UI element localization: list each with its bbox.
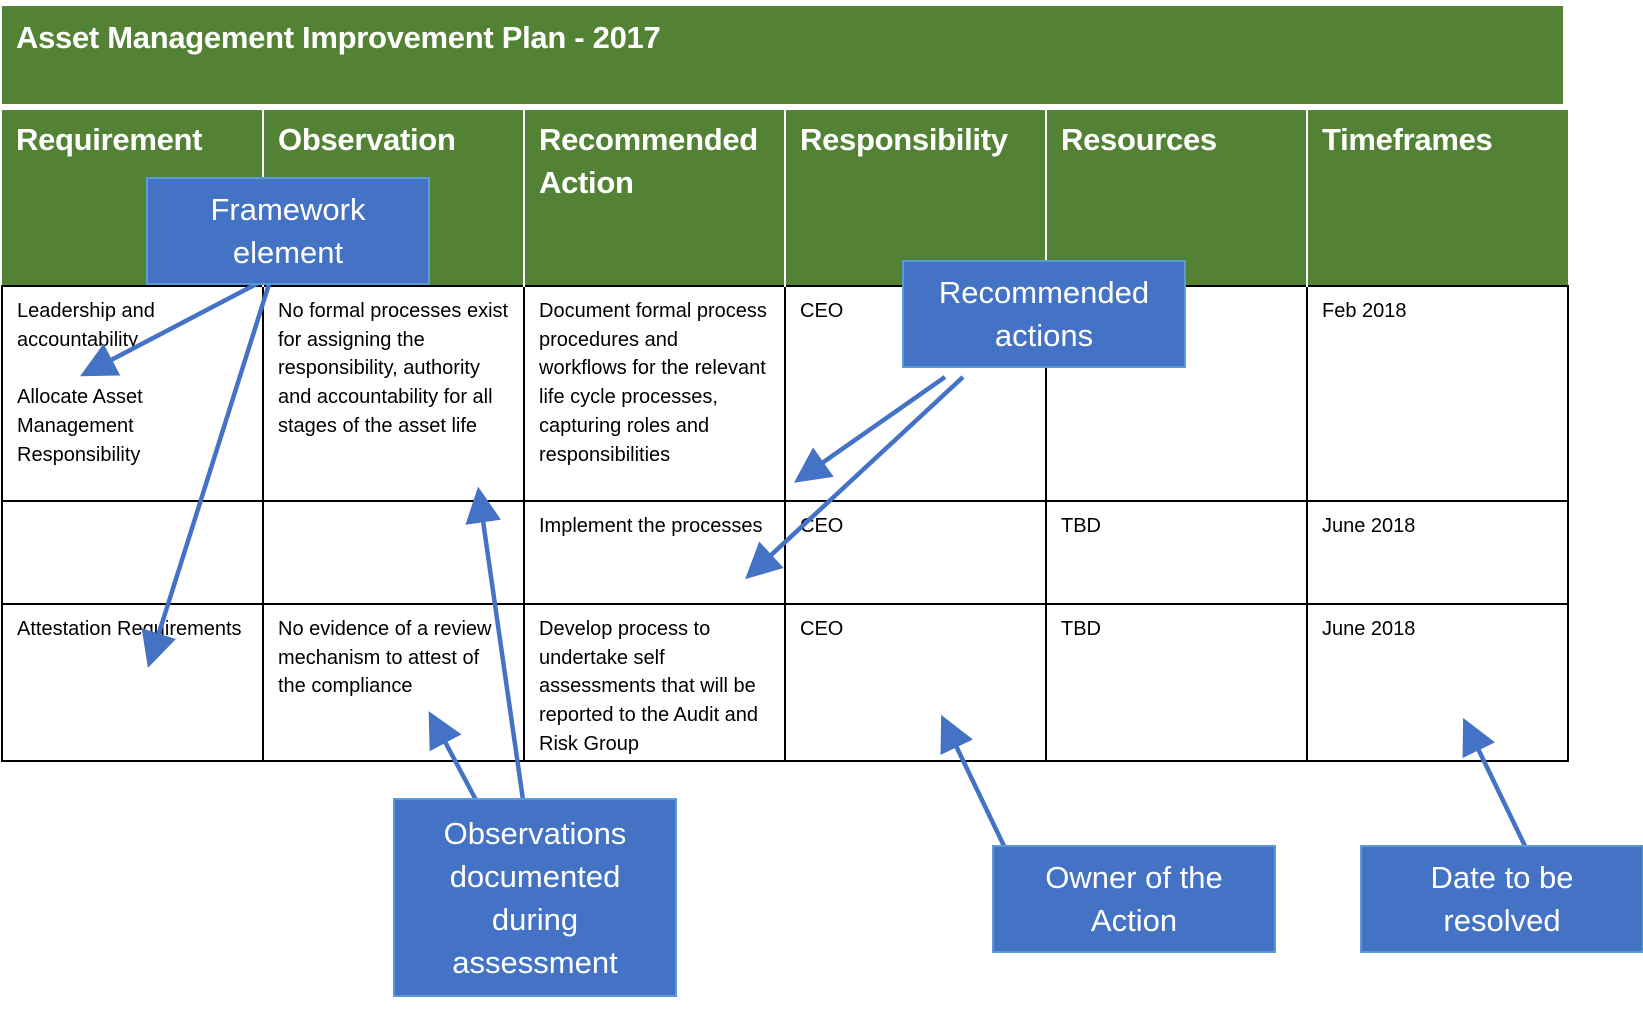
cell-requirement: Attestation Requirements xyxy=(1,603,264,762)
table-row: Leadership and accountability Allocate A… xyxy=(1,285,1569,502)
cell-requirement: Leadership and accountability Allocate A… xyxy=(1,285,264,502)
cell-action: Develop process to undertake self assess… xyxy=(523,603,786,762)
cell-action: Document formal process procedures and w… xyxy=(523,285,786,502)
cell-responsibility: CEO xyxy=(784,603,1047,762)
header-timeframes: Timeframes xyxy=(1306,110,1568,286)
header-recommended-action: Recommended Action xyxy=(523,110,785,286)
page-title: Asset Management Improvement Plan - 2017 xyxy=(16,20,661,55)
cell-timeframe: Feb 2018 xyxy=(1306,285,1569,502)
cell-observation: No formal processes exist for assigning … xyxy=(262,285,525,502)
callout-recommended-actions: Recommended actions xyxy=(902,260,1186,368)
callout-date-to-be-resolved: Date to be resolved xyxy=(1360,845,1643,953)
callout-framework-element: Framework element xyxy=(146,177,430,285)
callout-observations: Observations documented during assessmen… xyxy=(393,798,677,997)
cell-resources: TBD xyxy=(1045,603,1308,762)
cell-requirement xyxy=(1,500,264,605)
cell-timeframe: June 2018 xyxy=(1306,500,1569,605)
table-row: Attestation Requirements No evidence of … xyxy=(1,603,1569,762)
title-banner: Asset Management Improvement Plan - 2017 xyxy=(2,6,1563,104)
callout-owner-of-action: Owner of the Action xyxy=(992,845,1276,953)
cell-action: Implement the processes xyxy=(523,500,786,605)
cell-observation xyxy=(262,500,525,605)
cell-resources: TBD xyxy=(1045,500,1308,605)
cell-timeframe: June 2018 xyxy=(1306,603,1569,762)
cell-responsibility: CEO xyxy=(784,500,1047,605)
cell-observation: No evidence of a review mechanism to att… xyxy=(262,603,525,762)
table-row: Implement the processes CEO TBD June 201… xyxy=(1,500,1569,605)
